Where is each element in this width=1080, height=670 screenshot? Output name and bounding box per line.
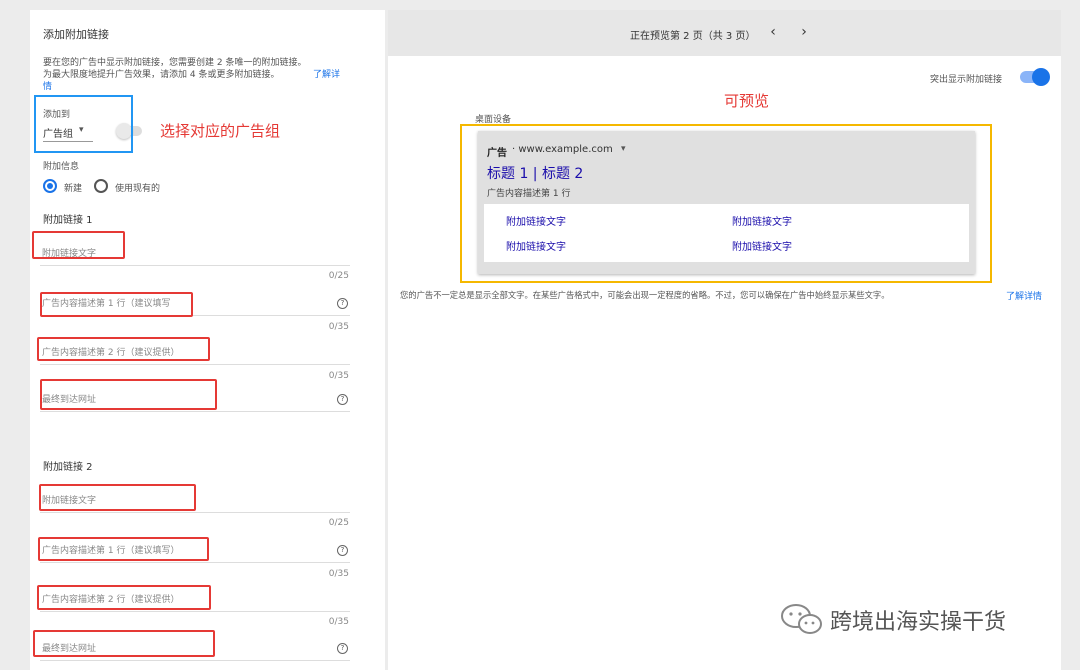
annotation-select-ad-group: 选择对应的广告组 xyxy=(160,122,281,140)
sitelink-1-desc2-counter: 0/35 xyxy=(328,371,349,381)
pagination-label: 正在预览第 2 页（共 3 页） xyxy=(630,31,756,42)
help-icon[interactable]: ? xyxy=(337,394,348,405)
ad-description: 广告内容描述第 1 行 xyxy=(487,189,571,199)
annotation-red-box xyxy=(38,537,209,561)
ad-headline[interactable]: 标题 1 | 标题 2 xyxy=(487,163,583,183)
annotation-blue-box xyxy=(34,95,133,153)
watermark-text: 跨境出海实操干货 xyxy=(830,610,1007,635)
annotation-red-box xyxy=(40,292,193,317)
learn-more-link-continued[interactable]: 情 xyxy=(43,79,52,92)
radio-existing[interactable] xyxy=(94,179,108,193)
disclaimer-text: 您的广告不一定总是显示全部文字。在某些广告格式中，可能会出现一定程度的省略。不过… xyxy=(400,290,890,300)
ad-sitelink[interactable]: 附加链接文字 xyxy=(732,213,792,228)
ad-sitelinks: 附加链接文字 附加链接文字 附加链接文字 附加链接文字 xyxy=(484,204,969,262)
sitelink-1-desc1-counter: 0/35 xyxy=(328,322,349,332)
annotation-red-box xyxy=(37,585,211,610)
help-icon[interactable]: ? xyxy=(337,545,348,556)
panel-title: 添加附加链接 xyxy=(43,28,109,41)
ad-sitelink[interactable]: 附加链接文字 xyxy=(506,213,566,228)
annotation-preview: 可预览 xyxy=(724,92,770,110)
highlight-toggle-label: 突出显示附加链接 xyxy=(930,75,1003,85)
radio-new-label: 新建 xyxy=(64,184,83,194)
sitelink-1-heading: 附加链接 1 xyxy=(43,215,93,226)
extra-info-label: 附加信息 xyxy=(43,162,80,172)
description-line-2: 为最大限度地提升广告效果，请添加 4 条或更多附加链接。 xyxy=(43,70,280,80)
sitelink-2-text-counter: 0/25 xyxy=(328,518,349,528)
annotation-red-box xyxy=(37,337,210,361)
wechat-icon xyxy=(781,604,822,634)
sitelink-2-desc2-counter: 0/35 xyxy=(328,617,349,627)
ad-sitelink[interactable]: 附加链接文字 xyxy=(732,238,792,253)
sitelink-2-desc1-counter: 0/35 xyxy=(328,569,349,579)
chevron-right-icon[interactable]: › xyxy=(796,24,812,40)
sitelink-form-panel: 添加附加链接 要在您的广告中显示附加链接，您需要创建 2 条唯一的附加链接。 为… xyxy=(30,10,385,670)
radio-new[interactable] xyxy=(43,179,57,193)
ad-preview-card: 广告 · www.example.com ▾ 标题 1 | 标题 2 广告内容描… xyxy=(478,131,975,274)
annotation-red-box xyxy=(40,379,217,410)
sitelink-1-text-counter: 0/25 xyxy=(328,271,349,281)
preview-topbar: 正在预览第 2 页（共 3 页） ‹ › xyxy=(388,10,1061,56)
url-dropdown-icon: ▾ xyxy=(621,144,626,154)
preview-panel: 正在预览第 2 页（共 3 页） ‹ › 突出显示附加链接 可预览 桌面设备 广… xyxy=(388,10,1061,670)
ad-display-url: · www.example.com xyxy=(512,144,613,155)
sitelink-2-heading: 附加链接 2 xyxy=(43,462,93,473)
learn-more-link[interactable]: 了解详 xyxy=(313,67,340,80)
ad-sitelink[interactable]: 附加链接文字 xyxy=(506,238,566,253)
disclaimer-learn-more-link[interactable]: 了解详情 xyxy=(1006,289,1042,302)
help-icon[interactable]: ? xyxy=(337,643,348,654)
annotation-red-box xyxy=(32,231,125,259)
highlight-sitelinks-toggle[interactable] xyxy=(1020,68,1050,86)
annotation-red-box xyxy=(39,484,196,511)
help-icon[interactable]: ? xyxy=(337,298,348,309)
radio-existing-label: 使用现有的 xyxy=(115,184,161,194)
annotation-red-box xyxy=(33,630,215,657)
ad-badge: 广告 xyxy=(487,148,507,159)
chevron-left-icon[interactable]: ‹ xyxy=(765,24,781,40)
